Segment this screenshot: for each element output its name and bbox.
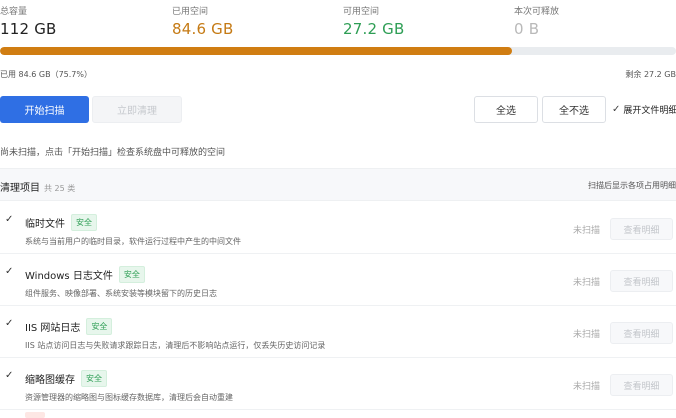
item-name: Windows 日志文件 安全	[25, 266, 145, 283]
item-status: 未扫描	[573, 278, 601, 288]
list-item: ✓ Windows 日志文件 安全 组件服务、映像部署、系统安装等模块留下的历史…	[0, 254, 676, 306]
item-name-text: Windows 日志文件	[25, 271, 113, 282]
list-item: ✓ 缩略图缓存 安全 资源管理器的缩略图与图标缓存数据库，清理后会自动重建 未扫…	[0, 358, 676, 410]
scan-hint: 尚未扫描，点击「开始扫描」检查系统盘中可释放的空间	[0, 148, 226, 158]
usage-progress-bar	[0, 47, 676, 55]
stat-used-value: 84.6 GB	[172, 20, 234, 38]
item-name: 缩略图缓存 安全	[25, 370, 107, 387]
safe-badge: 安全	[71, 214, 97, 231]
used-summary: 已用 84.6 GB（75.7%）	[0, 70, 92, 79]
stat-total-value: 112 GB	[0, 20, 57, 38]
view-details-button[interactable]: 查看明细	[610, 322, 673, 344]
item-name-text: 缩略图缓存	[25, 375, 75, 386]
remaining-summary: 剩余 27.2 GB	[625, 70, 676, 79]
disk-stats: 总容量 112 GB 已用空间 84.6 GB 可用空间 27.2 GB 本次可…	[0, 0, 676, 50]
stat-free-label: 可用空间	[343, 7, 380, 17]
usage-progress-fill	[0, 47, 512, 55]
section-count: 共 25 类	[44, 184, 76, 193]
item-name: 临时文件 安全	[25, 214, 97, 231]
stat-total-label: 总容量	[0, 7, 28, 17]
stat-releasable-label: 本次可释放	[514, 7, 560, 17]
check-icon: ✓	[612, 104, 621, 115]
start-scan-button[interactable]: 开始扫描	[0, 96, 89, 123]
check-icon[interactable]: ✓	[5, 318, 13, 329]
check-icon[interactable]: ✓	[5, 370, 13, 381]
stat-releasable-value: 0 B	[514, 20, 540, 38]
item-description: 组件服务、映像部署、系统安装等模块留下的历史日志	[25, 289, 217, 298]
stat-free-value: 27.2 GB	[343, 20, 405, 38]
clean-now-button[interactable]: 立即清理	[92, 96, 182, 123]
toolbar: 开始扫描 立即清理 全选 全不选 ✓ 展开文件明细	[0, 96, 676, 124]
item-name: IIS 网站日志 安全	[25, 318, 113, 335]
safe-badge: 安全	[86, 318, 113, 335]
item-status: 未扫描	[573, 382, 601, 392]
item-name-text: IIS 网站日志	[25, 323, 81, 334]
cleanup-section-header: 清理项目共 25 类 扫描后显示各项占用明细	[0, 168, 676, 201]
item-status: 未扫描	[573, 330, 601, 340]
safe-badge: 安全	[118, 266, 145, 283]
view-details-button[interactable]: 查看明细	[610, 218, 673, 240]
item-description: IIS 站点访问日志与失败请求跟踪日志，清理后不影响站点运行，仅丢失历史访问记录	[25, 341, 326, 350]
select-all-button[interactable]: 全选	[474, 96, 538, 123]
item-description: 系统与当前用户的临时目录，软件运行过程中产生的中间文件	[25, 237, 241, 246]
check-icon[interactable]: ✓	[5, 266, 13, 277]
stat-used-label: 已用空间	[172, 7, 209, 17]
check-icon[interactable]: ✓	[5, 214, 13, 225]
view-details-button[interactable]: 查看明细	[610, 270, 673, 292]
safe-badge: 安全	[81, 370, 107, 387]
expand-details-checkbox[interactable]: ✓ 展开文件明细	[612, 103, 676, 116]
select-none-button[interactable]: 全不选	[542, 96, 606, 123]
list-item: ✓ IIS 网站日志 安全 IIS 站点访问日志与失败请求跟踪日志，清理后不影响…	[0, 306, 676, 358]
item-status: 未扫描	[573, 226, 601, 236]
section-title: 清理项目共 25 类	[0, 179, 75, 194]
item-description: 资源管理器的缩略图与图标缓存数据库，清理后会自动重建	[25, 393, 233, 402]
item-name-text: 临时文件	[25, 219, 65, 230]
list-item: ✓ 临时文件 安全 系统与当前用户的临时目录，软件运行过程中产生的中间文件 未扫…	[0, 202, 676, 254]
next-item-badge-peek	[25, 412, 45, 418]
section-note: 扫描后显示各项占用明细	[588, 181, 676, 190]
expand-details-label: 展开文件明细	[623, 106, 676, 116]
view-details-button[interactable]: 查看明细	[610, 374, 673, 396]
section-title-text: 清理项目	[0, 183, 40, 194]
